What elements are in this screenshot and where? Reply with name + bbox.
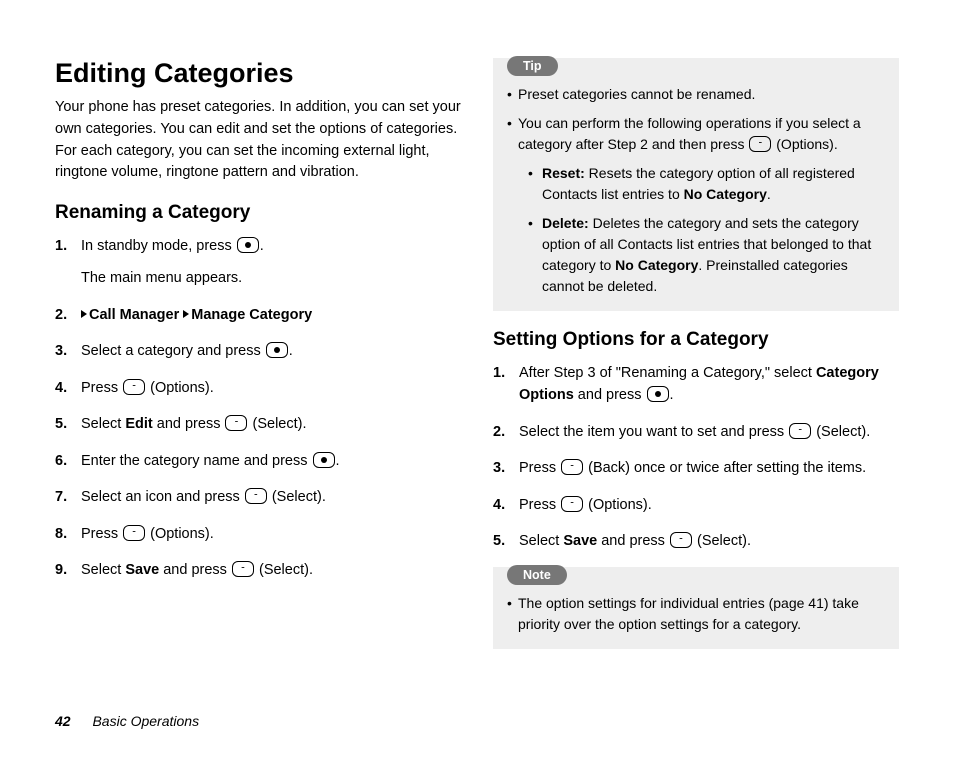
right-column: Tip Preset categories cannot be renamed.… xyxy=(493,58,899,665)
soft-key-icon xyxy=(245,488,267,504)
step-number: 4. xyxy=(55,377,67,399)
step-number: 5. xyxy=(493,530,505,552)
step-number: 1. xyxy=(55,235,67,257)
step-9: 9. Select Save and press (Select). xyxy=(55,559,461,581)
step-8: 8. Press (Options). xyxy=(55,523,461,545)
step-number: 5. xyxy=(55,413,67,435)
step-2: 2. Call Manager Manage Category xyxy=(55,304,461,326)
center-key-icon xyxy=(237,237,259,253)
two-column-layout: Editing Categories Your phone has preset… xyxy=(55,58,899,665)
left-column: Editing Categories Your phone has preset… xyxy=(55,58,461,665)
step-4: 4. Press (Options). xyxy=(55,377,461,399)
step-1: 1. After Step 3 of "Renaming a Category,… xyxy=(493,362,899,407)
tip-callout: Tip Preset categories cannot be renamed.… xyxy=(493,58,899,311)
page-number: 42 xyxy=(55,713,71,729)
step-5: 5. Select Save and press (Select). xyxy=(493,530,899,552)
center-key-icon xyxy=(266,342,288,358)
step-number: 3. xyxy=(55,340,67,362)
step-number: 3. xyxy=(493,457,505,479)
step-number: 1. xyxy=(493,362,505,384)
step-number: 4. xyxy=(493,494,505,516)
step-5: 5. Select Edit and press (Select). xyxy=(55,413,461,435)
note-item: The option settings for individual entri… xyxy=(507,593,885,635)
tip-item: You can perform the following operations… xyxy=(507,113,885,297)
tip-item: Preset categories cannot be renamed. xyxy=(507,84,885,105)
setting-steps: 1. After Step 3 of "Renaming a Category,… xyxy=(493,362,899,553)
nav-arrow-icon xyxy=(183,310,189,318)
step-3: 3. Press (Back) once or twice after sett… xyxy=(493,457,899,479)
tip-subitem: Delete: Deletes the category and sets th… xyxy=(528,213,885,297)
step-4: 4. Press (Options). xyxy=(493,494,899,516)
soft-key-icon xyxy=(561,459,583,475)
note-label: Note xyxy=(507,565,567,585)
renaming-heading: Renaming a Category xyxy=(55,202,461,225)
center-key-icon xyxy=(647,386,669,402)
manual-page: Editing Categories Your phone has preset… xyxy=(0,0,954,759)
nav-arrow-icon xyxy=(81,310,87,318)
center-key-icon xyxy=(313,452,335,468)
step-number: 2. xyxy=(55,304,67,326)
page-title: Editing Categories xyxy=(55,58,461,89)
intro-paragraph: Your phone has preset categories. In add… xyxy=(55,97,461,184)
tip-sublist: Reset: Resets the category option of all… xyxy=(518,163,885,297)
step-1: 1. In standby mode, press . The main men… xyxy=(55,235,461,290)
step-text: In standby mode, press xyxy=(81,238,236,254)
soft-key-icon xyxy=(225,415,247,431)
renaming-steps: 1. In standby mode, press . The main men… xyxy=(55,235,461,582)
step-7: 7. Select an icon and press (Select). xyxy=(55,486,461,508)
step-number: 8. xyxy=(55,523,67,545)
tip-label: Tip xyxy=(507,56,558,76)
setting-heading: Setting Options for a Category xyxy=(493,329,899,352)
step-number: 7. xyxy=(55,486,67,508)
soft-key-icon xyxy=(749,136,771,152)
step-sub: The main menu appears. xyxy=(81,267,461,289)
soft-key-icon xyxy=(670,532,692,548)
soft-key-icon xyxy=(789,423,811,439)
step-6: 6. Enter the category name and press . xyxy=(55,450,461,472)
soft-key-icon xyxy=(561,496,583,512)
section-name: Basic Operations xyxy=(92,713,199,729)
page-footer: 42 Basic Operations xyxy=(55,713,899,729)
note-callout: Note The option settings for individual … xyxy=(493,567,899,649)
tip-subitem: Reset: Resets the category option of all… xyxy=(528,163,885,205)
tip-list: Preset categories cannot be renamed. You… xyxy=(493,84,899,297)
step-number: 9. xyxy=(55,559,67,581)
step-2: 2. Select the item you want to set and p… xyxy=(493,421,899,443)
soft-key-icon xyxy=(123,379,145,395)
step-3: 3. Select a category and press . xyxy=(55,340,461,362)
note-list: The option settings for individual entri… xyxy=(493,593,899,635)
step-number: 2. xyxy=(493,421,505,443)
soft-key-icon xyxy=(232,561,254,577)
step-number: 6. xyxy=(55,450,67,472)
soft-key-icon xyxy=(123,525,145,541)
